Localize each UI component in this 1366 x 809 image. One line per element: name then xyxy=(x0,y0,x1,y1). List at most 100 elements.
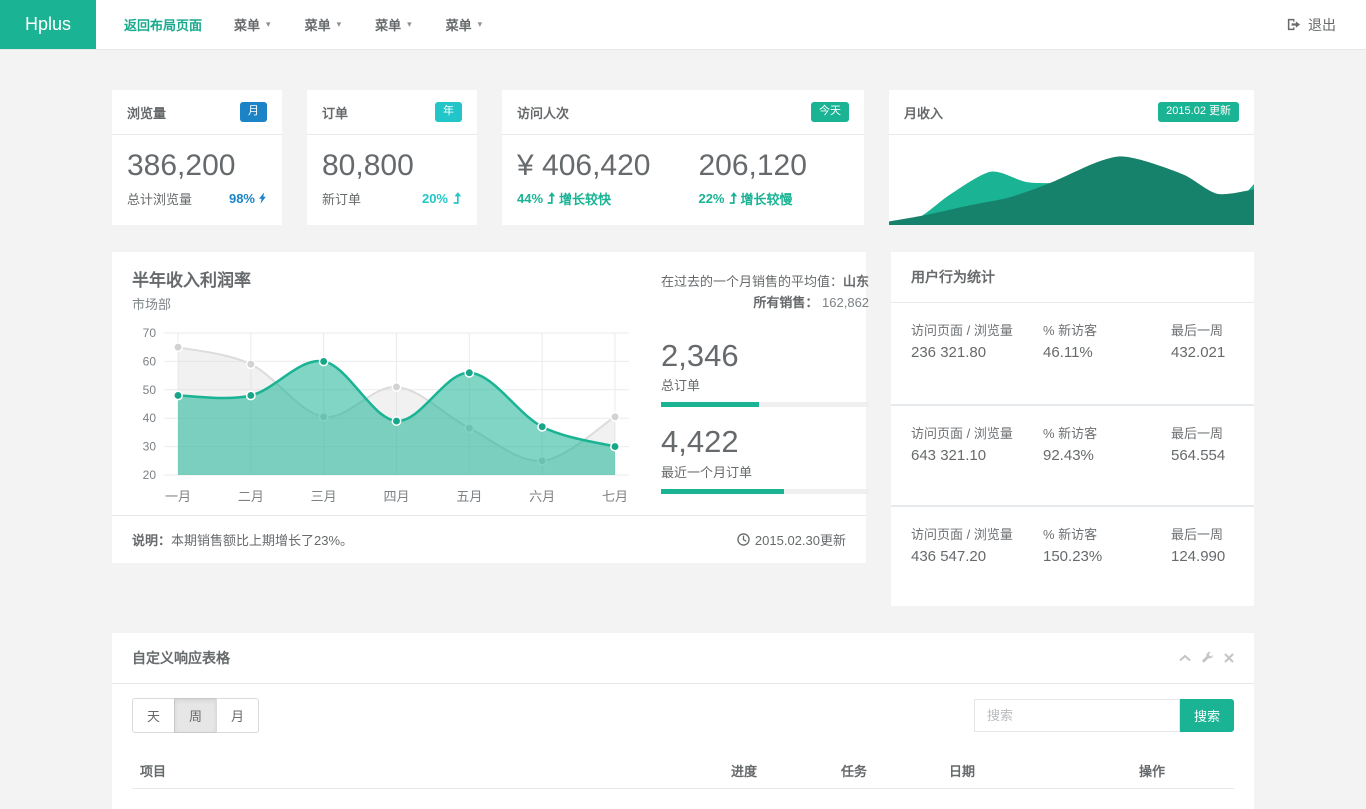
pv-label: 访问页面 / 浏览量 xyxy=(911,321,1033,341)
visits-count-stat: 22% xyxy=(698,191,724,206)
user-stats-row: 访问页面 / 浏览量 236 321.80 % 新访客 46.11% 最后一周 … xyxy=(891,303,1254,404)
menu-dropdown-4[interactable]: 菜单 ▾ xyxy=(429,0,500,49)
new-visitor-label: % 新访客 xyxy=(1043,321,1161,341)
card-monthly-income: 月收入 2015.02 更新 xyxy=(889,90,1254,225)
svg-text:70: 70 xyxy=(143,326,157,340)
sign-out-icon xyxy=(1286,17,1301,32)
views-label: 总计浏览量 xyxy=(127,189,192,208)
menu-label: 菜单 xyxy=(234,15,260,34)
pv-label: 访问页面 / 浏览量 xyxy=(911,424,1033,444)
column-header-actions: 操作 xyxy=(1131,753,1234,789)
caret-down-icon: ▾ xyxy=(407,19,412,30)
range-button-day[interactable]: 天 xyxy=(132,698,175,733)
level-up-icon xyxy=(728,192,738,204)
visits-amount-value: ¥ 406,420 xyxy=(517,149,650,184)
period-badge: 年 xyxy=(435,102,462,121)
new-visitor-label: % 新访客 xyxy=(1043,525,1161,545)
last-week-value: 124.990 xyxy=(1171,548,1234,565)
column-header-date: 日期 xyxy=(941,753,1131,789)
column-header-project: 项目 xyxy=(132,753,723,789)
wrench-icon[interactable] xyxy=(1201,652,1214,665)
level-up-icon xyxy=(452,192,462,204)
svg-text:七月: 七月 xyxy=(602,489,628,504)
summary-line2-value: 162,862 xyxy=(822,295,869,310)
back-to-layout-link[interactable]: 返回布局页面 xyxy=(109,0,217,49)
last-week-value: 564.554 xyxy=(1171,447,1234,464)
logout-label: 退出 xyxy=(1308,15,1336,35)
svg-text:三月: 三月 xyxy=(311,489,337,504)
caret-down-icon: ▾ xyxy=(266,19,271,30)
summary-line1-label: 在过去的一个月销售的平均值： xyxy=(661,274,843,289)
progress-bar xyxy=(661,402,759,407)
monthly-income-area-chart xyxy=(889,136,1254,225)
period-badge: 今天 xyxy=(811,102,849,121)
revenue-chart-title: 半年收入利润率 xyxy=(132,266,637,291)
menu-label: 菜单 xyxy=(375,15,401,34)
collapse-chevron-up-icon[interactable] xyxy=(1179,654,1191,662)
visits-amount-note: 增长较快 xyxy=(559,189,611,208)
total-orders-label: 总订单 xyxy=(661,375,869,394)
pv-label: 访问页面 / 浏览量 xyxy=(911,525,1033,545)
footer-updated: 2015.02.30更新 xyxy=(755,530,846,549)
total-orders-value: 2,346 xyxy=(661,338,869,374)
orders-value: 80,800 xyxy=(322,149,462,184)
card-title: 月收入 xyxy=(904,103,943,122)
close-icon[interactable] xyxy=(1224,653,1234,663)
card-custom-table: 自定义响应表格 天 周 xyxy=(112,633,1254,809)
brand-logo[interactable]: Hplus xyxy=(0,0,96,49)
column-header-task: 任务 xyxy=(833,753,941,789)
card-title: 订单 xyxy=(322,103,348,122)
svg-text:30: 30 xyxy=(143,440,157,454)
bolt-icon xyxy=(259,192,267,204)
progress-bar xyxy=(661,489,784,494)
svg-text:五月: 五月 xyxy=(456,489,482,504)
new-visitor-value: 46.11% xyxy=(1043,344,1161,361)
card-user-behavior: 用户行为统计 访问页面 / 浏览量 236 321.80 % 新访客 46.11… xyxy=(891,252,1254,606)
svg-text:六月: 六月 xyxy=(529,489,555,504)
search-button[interactable]: 搜索 xyxy=(1180,699,1234,732)
svg-text:50: 50 xyxy=(143,383,157,397)
visits-count-value: 206,120 xyxy=(698,149,806,184)
user-stats-title: 用户行为统计 xyxy=(891,252,1254,303)
visits-count-note: 增长较慢 xyxy=(741,189,793,208)
user-stats-row: 访问页面 / 浏览量 643 321.10 % 新访客 92.43% 最后一周 … xyxy=(891,404,1254,505)
svg-text:一月: 一月 xyxy=(165,489,191,504)
column-header-progress: 进度 xyxy=(723,753,833,789)
card-half-year-revenue: 半年收入利润率 市场部 203040506070一月二月三月四月五月六月七月 在… xyxy=(112,252,866,563)
visits-amount-stat: 44% xyxy=(517,191,543,206)
svg-text:40: 40 xyxy=(143,411,157,425)
range-button-month[interactable]: 月 xyxy=(216,698,259,733)
last-week-label: 最后一周 xyxy=(1171,525,1234,545)
search-input[interactable] xyxy=(974,699,1180,732)
revenue-chart-subtitle: 市场部 xyxy=(132,294,637,313)
pv-value: 236 321.80 xyxy=(911,344,1033,361)
new-visitor-label: % 新访客 xyxy=(1043,424,1161,444)
range-button-week[interactable]: 周 xyxy=(174,698,217,733)
card-page-views: 浏览量 月 386,200 总计浏览量 98% xyxy=(112,90,282,225)
card-title: 访问人次 xyxy=(517,103,569,122)
level-up-icon xyxy=(546,192,556,204)
caret-down-icon: ▾ xyxy=(478,19,483,30)
new-visitor-value: 92.43% xyxy=(1043,447,1161,464)
orders-stat: 20% xyxy=(422,191,448,206)
month-orders-progress xyxy=(661,489,869,494)
caret-down-icon: ▾ xyxy=(337,19,342,30)
range-button-group: 天 周 月 xyxy=(132,698,259,733)
menu-dropdown-3[interactable]: 菜单 ▾ xyxy=(358,0,429,49)
last-week-label: 最后一周 xyxy=(1171,321,1234,341)
last-week-value: 432.021 xyxy=(1171,344,1234,361)
svg-text:二月: 二月 xyxy=(238,489,264,504)
user-stats-row: 访问页面 / 浏览量 436 547.20 % 新访客 150.23% 最后一周… xyxy=(891,505,1254,606)
views-value: 386,200 xyxy=(127,149,267,184)
svg-text:20: 20 xyxy=(143,468,157,482)
projects-table: 项目 进度 任务 日期 操作 xyxy=(132,753,1234,789)
orders-label: 新订单 xyxy=(322,189,361,208)
footer-note-label: 说明： xyxy=(132,533,171,548)
month-orders-value: 4,422 xyxy=(661,424,869,460)
menu-dropdown-1[interactable]: 菜单 ▾ xyxy=(217,0,288,49)
logout-button[interactable]: 退出 xyxy=(1286,15,1336,35)
menu-dropdown-2[interactable]: 菜单 ▾ xyxy=(288,0,359,49)
total-orders-progress xyxy=(661,402,869,407)
last-week-label: 最后一周 xyxy=(1171,424,1234,444)
card-orders: 订单 年 80,800 新订单 20% xyxy=(307,90,477,225)
